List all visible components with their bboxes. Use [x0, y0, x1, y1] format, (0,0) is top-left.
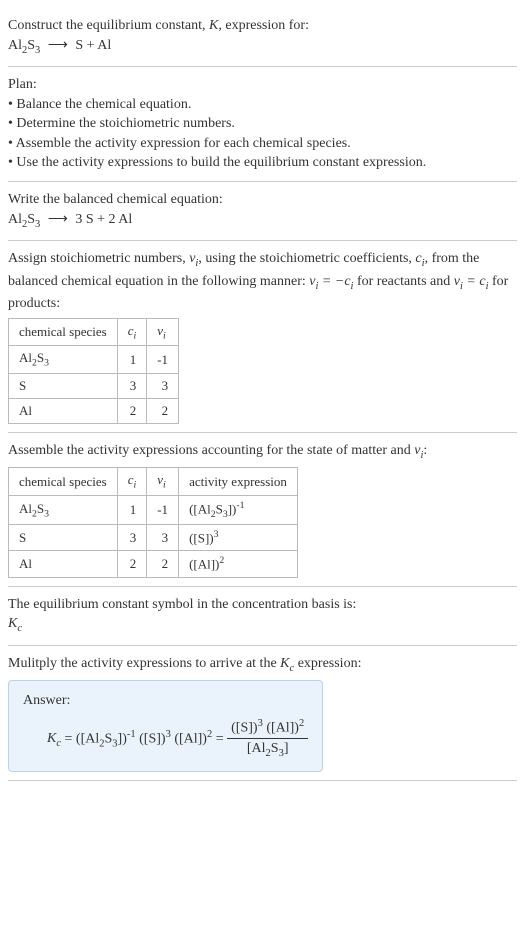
cell-vi: 2: [147, 551, 179, 577]
table-row: Al2S3 1 -1 ([Al2S3])-1: [9, 495, 298, 524]
cell-species: S: [9, 373, 118, 398]
balanced-section: Write the balanced chemical equation: Al…: [8, 182, 517, 241]
intro-section: Construct the equilibrium constant, K, e…: [8, 8, 517, 67]
cell-activity: ([S])3: [179, 524, 298, 550]
answer-box: Answer: Kc = ([Al2S3])-1 ([S])3 ([Al])2 …: [8, 680, 323, 772]
header-species: chemical species: [9, 468, 118, 496]
k-symbol: K: [209, 18, 218, 33]
cell-vi: -1: [147, 495, 179, 524]
header-species: chemical species: [9, 318, 118, 346]
multiply-text-pre: Mulitply the activity expressions to arr…: [8, 656, 280, 671]
fraction: ([S])3 ([Al])2 [Al2S3]: [227, 717, 308, 762]
plan-section: Plan: • Balance the chemical equation. •…: [8, 67, 517, 182]
intro-text-pre: Construct the equilibrium constant,: [8, 18, 209, 33]
activity-text: Assemble the activity expressions accoun…: [8, 441, 517, 463]
cell-vi: 3: [147, 373, 179, 398]
cell-species: Al2S3: [9, 495, 118, 524]
nu-eq: νi = −ci: [309, 274, 353, 289]
cell-vi: -1: [147, 346, 179, 374]
symbol-section: The equilibrium constant symbol in the c…: [8, 587, 517, 646]
nu-eq2: νi = ci: [454, 274, 489, 289]
cell-vi: 2: [147, 398, 179, 423]
answer-equation: Kc = ([Al2S3])-1 ([S])3 ([Al])2 = ([S])3…: [23, 717, 308, 762]
activity-section: Assemble the activity expressions accoun…: [8, 433, 517, 587]
header-ci: ci: [117, 318, 147, 346]
cell-ci: 3: [117, 373, 147, 398]
plan-heading: Plan:: [8, 75, 517, 95]
products: 3 S + 2 Al: [75, 212, 132, 227]
plan-bullet-1: • Balance the chemical equation.: [8, 95, 517, 115]
cell-activity: ([Al])2: [179, 551, 298, 577]
plan-bullet-2: • Determine the stoichiometric numbers.: [8, 114, 517, 134]
cell-species: Al: [9, 398, 118, 423]
table-header-row: chemical species ci νi: [9, 318, 179, 346]
plan-bullet-3: • Assemble the activity expression for e…: [8, 134, 517, 154]
cell-activity: ([Al2S3])-1: [179, 495, 298, 524]
intro-line1: Construct the equilibrium constant, K, e…: [8, 16, 517, 36]
cell-species: S: [9, 524, 118, 550]
cell-ci: 2: [117, 398, 147, 423]
stoich-section: Assign stoichiometric numbers, νi, using…: [8, 241, 517, 433]
cell-ci: 1: [117, 495, 147, 524]
multiply-section: Mulitply the activity expressions to arr…: [8, 646, 517, 782]
cell-vi: 3: [147, 524, 179, 550]
stoich-text-mid3: for reactants and: [353, 274, 453, 289]
symbol-text: The equilibrium constant symbol in the c…: [8, 595, 517, 615]
stoich-table: chemical species ci νi Al2S3 1 -1 S 3 3 …: [8, 318, 179, 424]
balanced-heading: Write the balanced chemical equation:: [8, 190, 517, 210]
kc-symbol: Kc: [280, 656, 294, 671]
cell-ci: 2: [117, 551, 147, 577]
numerator: ([S])3 ([Al])2: [227, 717, 308, 739]
cell-ci: 1: [117, 346, 147, 374]
cell-species: Al2S3: [9, 346, 118, 374]
activity-table: chemical species ci νi activity expressi…: [8, 467, 298, 577]
kc-symbol: Kc: [8, 614, 517, 636]
table-row: Al 2 2 ([Al])2: [9, 551, 298, 577]
cell-species: Al: [9, 551, 118, 577]
intro-equation: Al2S3 ⟶ S + Al: [8, 36, 517, 58]
header-vi: νi: [147, 318, 179, 346]
cell-ci: 3: [117, 524, 147, 550]
table-row: S 3 3 ([S])3: [9, 524, 298, 550]
table-row: S 3 3: [9, 373, 179, 398]
stoich-text-pre: Assign stoichiometric numbers,: [8, 251, 189, 266]
arrow-icon: ⟶: [44, 38, 72, 53]
reactant: Al2S3: [8, 212, 40, 227]
plan-bullet-4: • Use the activity expressions to build …: [8, 153, 517, 173]
intro-text-post: , expression for:: [218, 18, 309, 33]
table-header-row: chemical species ci νi activity expressi…: [9, 468, 298, 496]
products: S + Al: [75, 38, 111, 53]
nu-i: νi: [189, 251, 198, 266]
stoich-text: Assign stoichiometric numbers, νi, using…: [8, 249, 517, 314]
answer-label: Answer:: [23, 691, 308, 711]
denominator: [Al2S3]: [227, 739, 308, 761]
stoich-text-mid1: , using the stoichiometric coefficients,: [198, 251, 415, 266]
table-row: Al2S3 1 -1: [9, 346, 179, 374]
reactant: Al2S3: [8, 38, 40, 53]
header-ci: ci: [117, 468, 147, 496]
activity-text-pre: Assemble the activity expressions accoun…: [8, 443, 414, 458]
c-i: ci: [415, 251, 424, 266]
header-vi: νi: [147, 468, 179, 496]
arrow-icon: ⟶: [44, 212, 72, 227]
multiply-text-post: expression:: [294, 656, 361, 671]
table-row: Al 2 2: [9, 398, 179, 423]
multiply-text: Mulitply the activity expressions to arr…: [8, 654, 517, 676]
balanced-equation: Al2S3 ⟶ 3 S + 2 Al: [8, 210, 517, 232]
activity-text-post: :: [423, 443, 427, 458]
header-activity: activity expression: [179, 468, 298, 496]
